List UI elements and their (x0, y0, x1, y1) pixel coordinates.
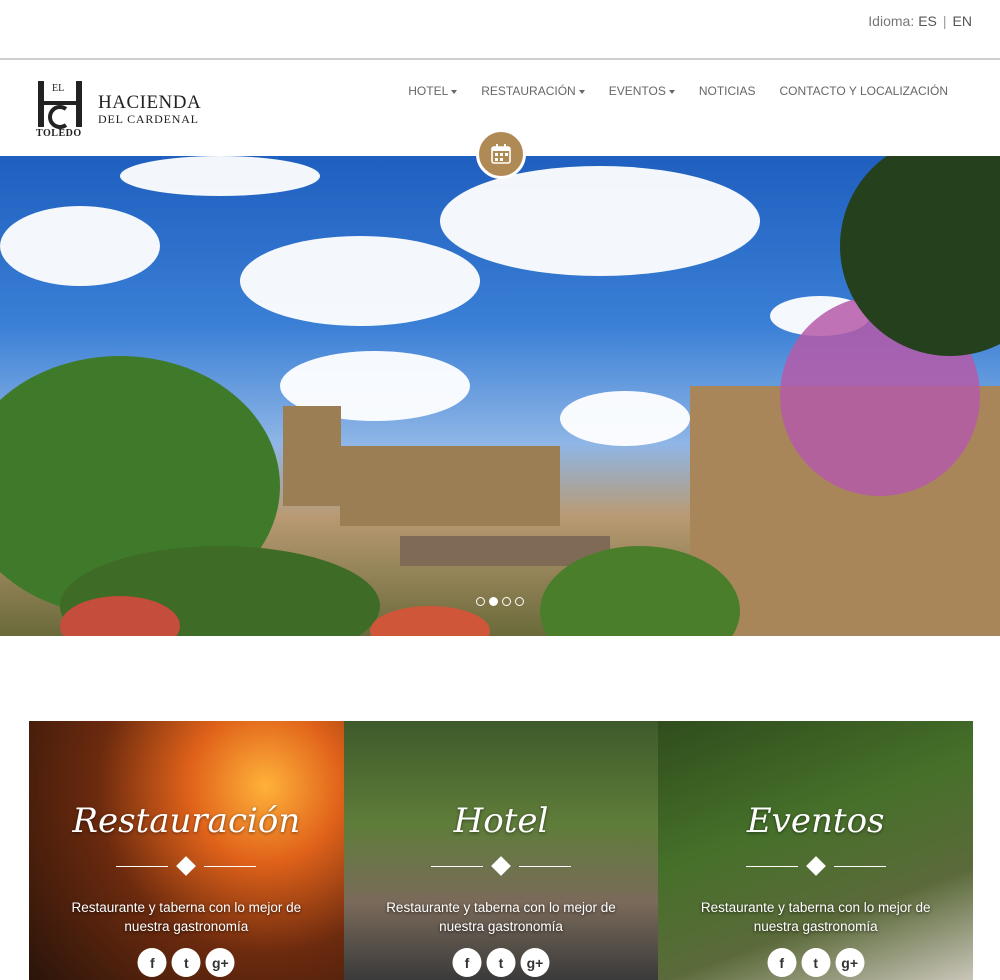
castle-tower (283, 406, 341, 506)
card-hotel[interactable]: Hotel Restaurante y taberna con lo mejor… (343, 721, 659, 980)
nav-noticias-label: NOTICIAS (698, 84, 756, 98)
slide-dot-1[interactable] (476, 597, 485, 606)
language-en-link[interactable]: EN (953, 13, 972, 29)
language-separator: | (942, 13, 947, 29)
language-switcher: Idioma: ES | EN (868, 13, 972, 29)
nav-eventos-label: EVENTOS (608, 84, 666, 98)
nav-eventos[interactable]: EVENTOS (609, 84, 675, 98)
castle-wall (340, 446, 560, 526)
facebook-icon[interactable]: f (137, 948, 167, 977)
card-restauracion[interactable]: Restauración Restaurante y taberna con l… (29, 721, 344, 980)
hero-slider[interactable] (0, 156, 1000, 636)
twitter-icon[interactable]: t (486, 948, 516, 977)
logo-wordmark: HACIENDA DEL CARDENAL (98, 93, 201, 126)
twitter-icon[interactable]: t (801, 948, 831, 977)
twitter-icon[interactable]: t (171, 948, 201, 977)
nav-contacto-label: CONTACTO Y LOCALIZACIÓN (779, 84, 948, 98)
card-description: Restaurante y taberna con lo mejor de nu… (700, 900, 931, 934)
calendar-icon (491, 144, 511, 164)
card-description: Restaurante y taberna con lo mejor de nu… (71, 900, 302, 934)
chevron-down-icon (578, 89, 585, 94)
cloud-shape (240, 236, 480, 326)
chevron-down-icon (668, 89, 675, 94)
google-plus-icon[interactable]: g+ (205, 948, 235, 977)
logo-line1: HACIENDA (98, 92, 202, 113)
card-title: Eventos (746, 801, 885, 841)
main-nav: HOTEL RESTAURACIÓN EVENTOS NOTICIAS CONT… (384, 84, 948, 98)
social-links: f t g+ (767, 948, 865, 977)
chevron-down-icon (451, 89, 458, 94)
slide-dot-3[interactable] (502, 597, 511, 606)
facebook-icon[interactable]: f (452, 948, 482, 977)
logo-small-text: EL (52, 83, 65, 94)
language-es-link[interactable]: ES (918, 13, 937, 29)
nav-restauracion-label: RESTAURACIÓN (481, 84, 576, 98)
social-links: f t g+ (137, 948, 235, 977)
logo-line2: DEL CARDENAL (98, 112, 199, 126)
facebook-icon[interactable]: f (767, 948, 797, 977)
nav-hotel-label: HOTEL (408, 84, 449, 98)
card-eventos[interactable]: Eventos Restaurante y taberna con lo mej… (658, 721, 974, 980)
logo-city: TOLEDO (36, 128, 82, 139)
language-bar: Idioma: ES | EN (0, 0, 1000, 60)
card-title: Hotel (453, 801, 549, 841)
slider-pagination (476, 597, 524, 606)
slide-dot-4[interactable] (515, 597, 524, 606)
feature-cards: Restauración Restaurante y taberna con l… (29, 721, 974, 980)
nav-hotel[interactable]: HOTEL (408, 84, 458, 98)
google-plus-icon[interactable]: g+ (520, 948, 550, 977)
google-plus-icon[interactable]: g+ (835, 948, 865, 977)
site-logo[interactable]: EL TOLEDO HACIENDA DEL CARDENAL (36, 79, 201, 139)
card-divider (745, 856, 886, 876)
nav-contacto[interactable]: CONTACTO Y LOCALIZACIÓN (780, 84, 948, 98)
card-description: Restaurante y taberna con lo mejor de nu… (386, 900, 616, 934)
social-links: f t g+ (452, 948, 550, 977)
booking-calendar-button[interactable] (476, 129, 526, 179)
flower-bush (370, 606, 490, 636)
slide-dot-2[interactable] (489, 597, 498, 606)
nav-noticias[interactable]: NOTICIAS (699, 84, 756, 98)
card-divider (116, 856, 257, 876)
cloud-shape (560, 391, 690, 446)
cloud-shape (440, 166, 760, 276)
cloud-shape (120, 156, 320, 196)
nav-restauracion[interactable]: RESTAURACIÓN (481, 84, 585, 98)
card-divider (431, 856, 571, 876)
language-label: Idioma: (868, 13, 915, 29)
cloud-shape (0, 206, 160, 286)
logo-monogram: EL TOLEDO (36, 79, 86, 139)
card-title: Restauración (72, 801, 301, 841)
